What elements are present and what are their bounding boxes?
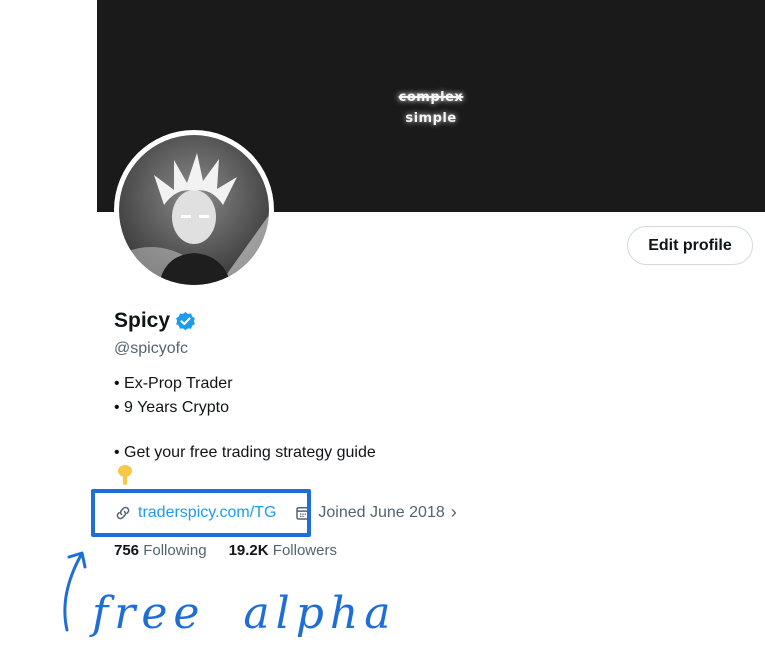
bio-line: • Get your free trading strategy guide <box>114 444 376 461</box>
edit-profile-button[interactable]: Edit profile <box>627 226 753 265</box>
joined-date: Joined June 2018 <box>318 503 445 521</box>
bio-line: • 9 Years Crypto <box>114 399 229 416</box>
profile-name-row: Spicy <box>114 309 196 333</box>
following-count: 756 <box>114 542 140 559</box>
avatar[interactable] <box>114 130 274 290</box>
bio-line: • Ex-Prop Trader <box>114 375 233 392</box>
followers-count: 19.2K <box>228 542 269 559</box>
annotation-handwritten-text: free alpha <box>92 588 397 639</box>
following-label: Following <box>143 542 207 559</box>
followers-count-link[interactable]: 19.2K Followers <box>229 542 337 559</box>
banner-text: simple <box>405 111 457 126</box>
avatar-image <box>119 135 269 285</box>
user-handle: @spicyofc <box>114 340 189 357</box>
chevron-right-icon[interactable]: › <box>451 502 457 523</box>
followers-label: Followers <box>272 542 337 559</box>
follow-stats: 756 Following 19.2K Followers <box>114 542 359 559</box>
annotation-arrow-icon <box>63 551 87 632</box>
following-count-link[interactable]: 756 Following <box>114 542 207 559</box>
banner-text-strikethrough: complex <box>398 90 464 105</box>
pointing-down-hand-icon <box>118 465 132 485</box>
display-name: Spicy <box>114 309 171 332</box>
verified-badge-icon[interactable] <box>175 311 196 332</box>
annotation-highlight-box <box>91 489 311 537</box>
